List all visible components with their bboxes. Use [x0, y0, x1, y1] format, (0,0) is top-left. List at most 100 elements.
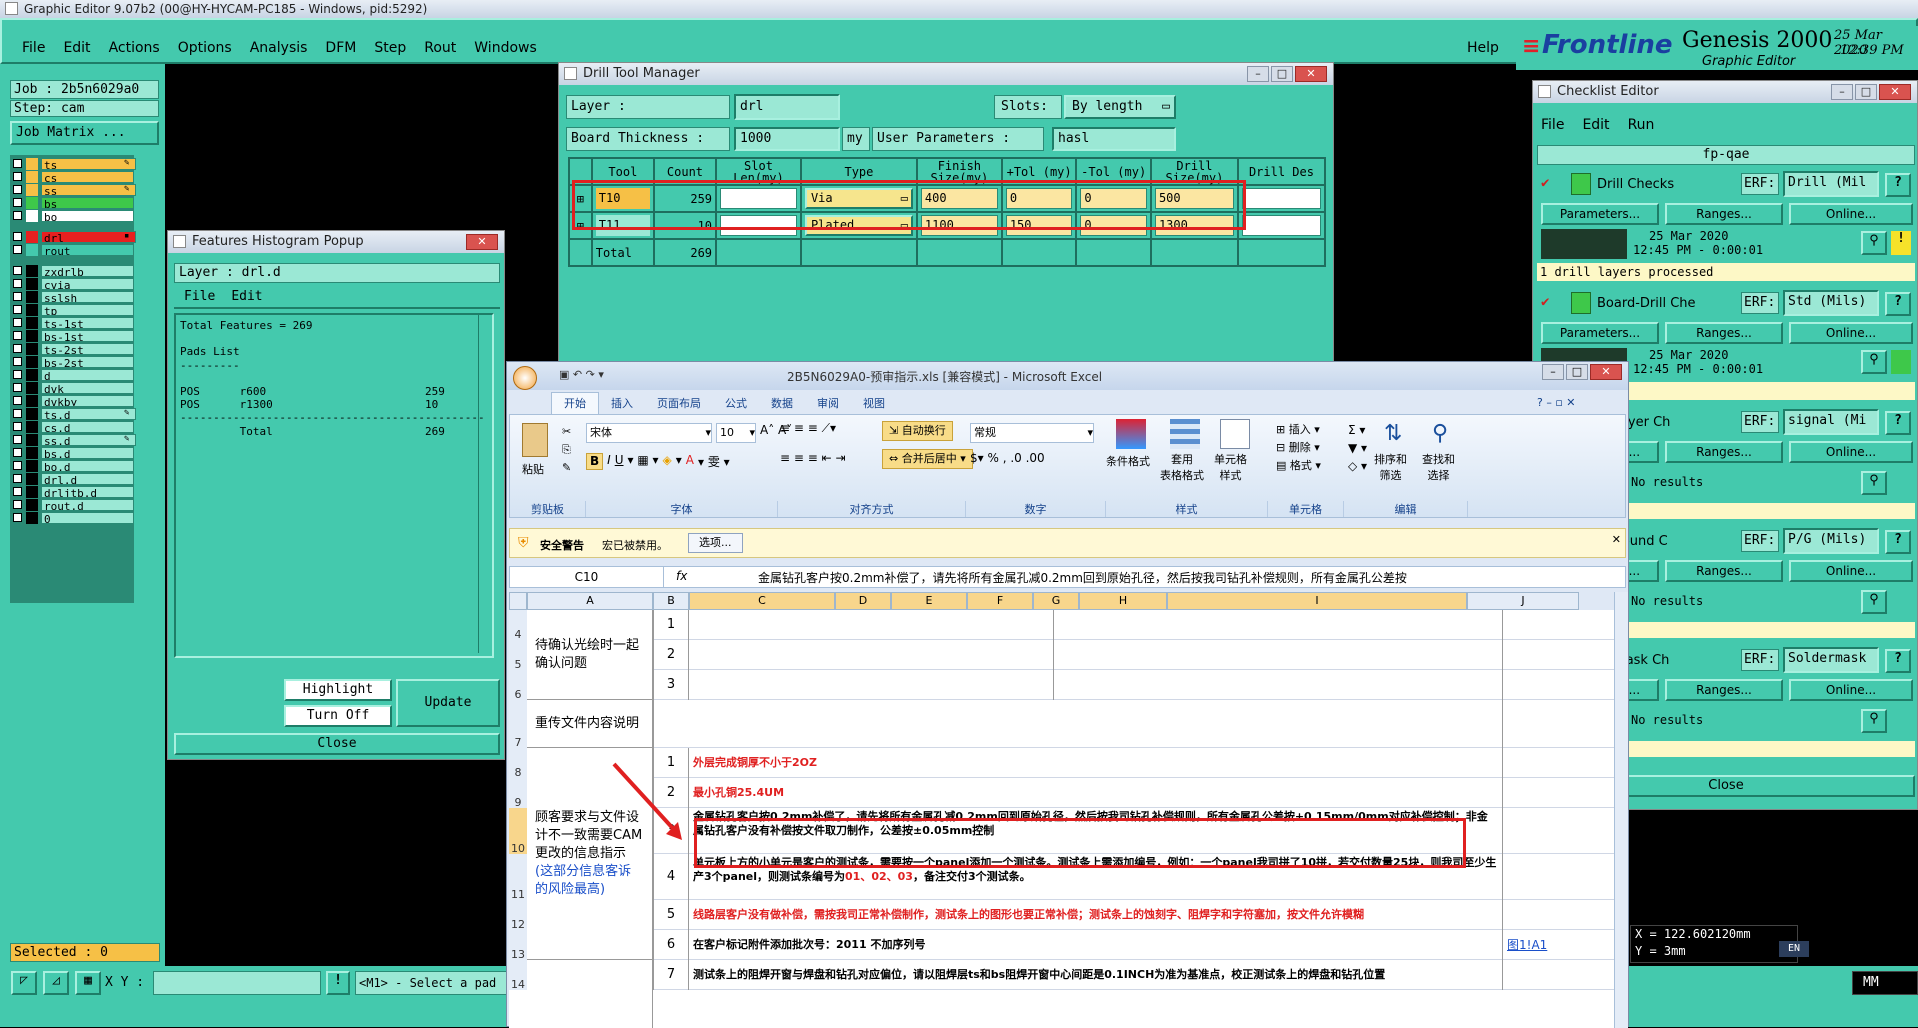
merge-center-button[interactable]: ⇔ 合并后居中 ▾ — [882, 449, 973, 469]
column-header[interactable]: I — [1167, 592, 1467, 610]
item-number-cell[interactable]: 3 — [653, 670, 689, 700]
minimize-icon[interactable]: – — [1542, 364, 1564, 380]
ribbon-window-controls[interactable]: ? – ▫ ✕ — [1537, 396, 1576, 409]
item-number-cell[interactable]: 1 — [653, 610, 689, 640]
layer-item-drl-d[interactable]: drl.d — [10, 472, 134, 485]
help-icon[interactable]: ? — [1885, 411, 1911, 435]
conditional-format-label[interactable]: 条件格式 — [1106, 453, 1150, 469]
paste-label[interactable]: 粘贴 — [522, 461, 544, 477]
quick-access-icons[interactable]: ▣ ↶ ↷ ▾ — [559, 368, 604, 381]
checklist-menu-file[interactable]: File — [1541, 117, 1564, 133]
action-status-icon[interactable] — [1571, 173, 1591, 195]
menu-analysis[interactable]: Analysis — [250, 40, 308, 56]
align-horiz-icons[interactable]: ≡ ≡ ≡ ⇤ ⇥ — [780, 451, 846, 465]
layer-item-ts-1st[interactable]: ts-1st — [10, 316, 134, 329]
histogram-menu-edit[interactable]: Edit — [231, 289, 262, 307]
layer-checkbox[interactable] — [13, 198, 22, 207]
row-header[interactable]: 5 — [509, 640, 527, 671]
hyperlink[interactable]: 图1!A1 — [1507, 938, 1547, 952]
item-number-cell[interactable]: 4 — [653, 854, 689, 900]
layer-item-bo-d[interactable]: bo.d — [10, 459, 134, 472]
ribbon-tab[interactable]: 插入 — [599, 393, 645, 415]
menu-dfm[interactable]: DFM — [325, 40, 356, 56]
column-header[interactable]: C — [689, 592, 835, 610]
number-format-icons[interactable]: $▾ % , .0 .00 — [970, 451, 1045, 465]
column-header[interactable]: J — [1467, 592, 1579, 610]
alert-icon[interactable]: ! — [326, 971, 350, 995]
layer-item-drljtb-d[interactable]: drljtb.d — [10, 485, 134, 498]
select-all-corner[interactable] — [509, 592, 527, 610]
ribbon-tab[interactable]: 审阅 — [805, 393, 851, 415]
help-icon[interactable]: ? — [1885, 530, 1911, 554]
menu-options[interactable]: Options — [178, 40, 232, 56]
cell-style-label[interactable]: 单元格 样式 — [1214, 451, 1247, 483]
tool-measure-icon[interactable]: ◿ — [43, 971, 69, 995]
histogram-menu-file[interactable]: File — [184, 289, 215, 307]
row-header[interactable]: 10 — [509, 808, 527, 855]
number-format-select[interactable]: 常规 ▾ — [970, 423, 1094, 443]
layer-item-cs-d[interactable]: cs.d — [10, 420, 134, 433]
j-cell[interactable] — [1502, 778, 1614, 808]
row-header[interactable]: 13 — [509, 930, 527, 961]
ribbon-tab[interactable]: 页面布局 — [645, 393, 713, 415]
layer-item-bs-2st[interactable]: bs-2st — [10, 355, 134, 368]
layer-checkbox[interactable] — [13, 266, 22, 275]
job-matrix-button[interactable]: Job Matrix ... — [10, 121, 159, 145]
layer-item-ts-d[interactable]: ts.d ✎ — [10, 407, 136, 420]
help-icon[interactable]: ? — [1885, 649, 1911, 673]
layer-item-ts-2st[interactable]: ts-2st — [10, 342, 134, 355]
dtm-userparams-field[interactable]: hasl — [1052, 127, 1176, 151]
layer-item-sslsh[interactable]: sslsh — [10, 290, 134, 303]
ranges-button[interactable]: Ranges... — [1665, 679, 1783, 701]
action-label[interactable]: Drill Checks — [1597, 177, 1674, 192]
menu-edit[interactable]: Edit — [63, 40, 90, 56]
layer-checkbox[interactable] — [13, 232, 22, 241]
name-box[interactable]: C10 — [510, 567, 664, 587]
find-select-icon[interactable]: ⚲ — [1432, 421, 1460, 449]
layer-checkbox[interactable] — [13, 357, 22, 366]
column-header[interactable]: F — [967, 592, 1033, 610]
drill-des-cell[interactable] — [1236, 184, 1327, 213]
histogram-close-button[interactable]: Close — [174, 733, 500, 755]
checklist-menu-run[interactable]: Run — [1628, 117, 1655, 133]
layer-checkbox[interactable] — [13, 318, 22, 327]
layer-item-ts[interactable]: ts ✎ — [10, 157, 136, 170]
tool-select-icon[interactable]: ◸ — [11, 971, 37, 995]
layer-checkbox[interactable] — [13, 448, 22, 457]
drill-des-cell[interactable] — [1236, 211, 1327, 240]
menu-step[interactable]: Step — [374, 40, 406, 56]
layer-item-zxdrlb[interactable]: zxdrlb — [10, 264, 134, 277]
dtm-slots-dropdown[interactable]: By length ▭ — [1064, 95, 1176, 119]
check-mark-icon[interactable]: ✔ — [1541, 175, 1549, 191]
layer-checkbox[interactable] — [13, 474, 22, 483]
layer-checkbox[interactable] — [13, 422, 22, 431]
ribbon-tab[interactable]: 公式 — [713, 393, 759, 415]
clipboard-small-icons[interactable]: ✂ ⎘ ✎ — [562, 423, 571, 477]
layer-item-bo[interactable]: bo — [10, 209, 134, 222]
close-icon[interactable]: ✕ — [1590, 364, 1622, 380]
align-top-icons[interactable]: ≡ ≡ ≡ ⟋▾ — [780, 421, 836, 436]
ime-lang[interactable]: EN — [1779, 941, 1809, 957]
layer-checkbox[interactable] — [13, 344, 22, 353]
ribbon-tab[interactable]: 视图 — [851, 393, 897, 415]
layer-checkbox[interactable] — [13, 211, 22, 220]
maximize-icon[interactable]: □ — [1566, 364, 1588, 380]
layer-checkbox[interactable] — [13, 292, 22, 301]
item-number-cell[interactable]: 6 — [653, 930, 689, 960]
layer-checkbox[interactable] — [13, 172, 22, 181]
layer-checkbox[interactable] — [13, 331, 22, 340]
formula-input[interactable]: 金属钻孔客户按0.2mm补偿了，请先将所有金属孔减0.2mm回到原始孔径，然后按… — [758, 569, 1608, 586]
online-button[interactable]: Online... — [1789, 322, 1913, 344]
zoom-results-icon[interactable]: ⚲ — [1861, 709, 1887, 733]
layer-checkbox[interactable] — [13, 245, 22, 254]
help-icon[interactable]: ? — [1885, 292, 1911, 316]
content-cell[interactable]: 最小孔铜25.4UM — [689, 778, 1502, 808]
layer-checkbox[interactable] — [13, 159, 22, 168]
group-label-cell[interactable] — [527, 960, 653, 1028]
layer-item-rout-d[interactable]: rout.d — [10, 498, 134, 511]
layer-item-dvkby[interactable]: dvkby — [10, 394, 134, 407]
menu-help[interactable]: Help — [1467, 40, 1499, 56]
paste-icon[interactable] — [522, 423, 548, 457]
content-cell[interactable] — [689, 670, 1502, 700]
column-header[interactable]: A — [527, 592, 653, 610]
